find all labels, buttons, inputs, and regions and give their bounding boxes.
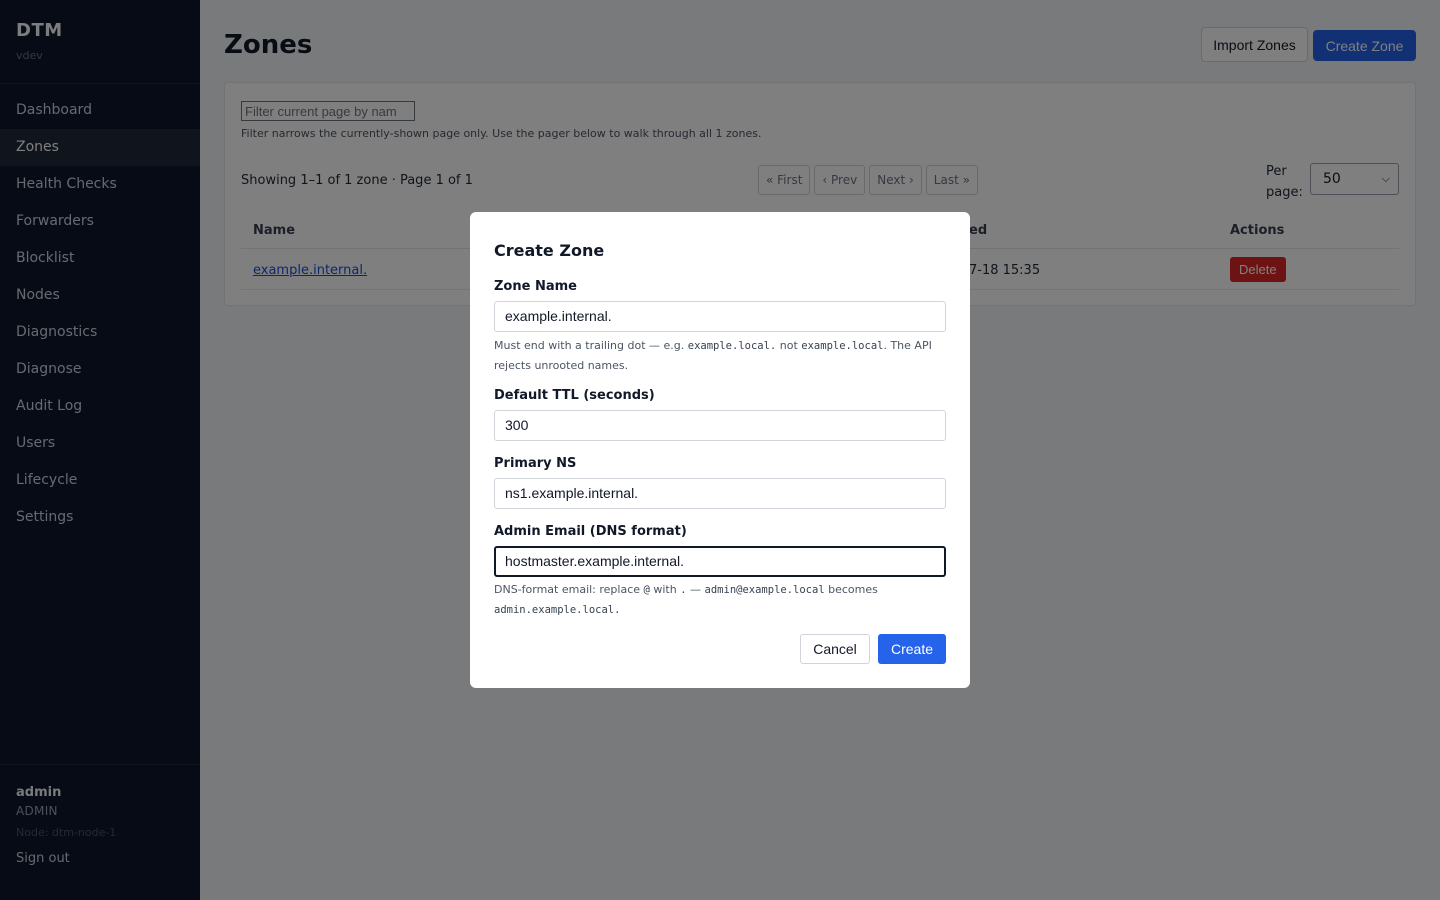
primary-ns-input[interactable]: ns1.example.internal. <box>494 478 946 509</box>
zone-name-label: Zone Name <box>494 279 577 294</box>
dialog-title: Create Zone <box>494 241 605 260</box>
cancel-button[interactable]: Cancel <box>800 634 870 664</box>
zone-name-help: Must end with a trailing dot — e.g. exam… <box>494 339 932 372</box>
primary-ns-label: Primary NS <box>494 456 577 471</box>
admin-email-input[interactable]: hostmaster.example.internal. <box>494 546 946 577</box>
ttl-label: Default TTL (seconds) <box>494 388 655 403</box>
admin-email-help: DNS-format email: replace @ with . — adm… <box>494 583 878 616</box>
admin-email-label: Admin Email (DNS format) <box>494 524 687 539</box>
create-zone-dialog: Create Zone Zone Name example.internal. … <box>470 212 970 688</box>
ttl-input[interactable]: 300 <box>494 410 946 441</box>
create-button[interactable]: Create <box>878 634 946 664</box>
zone-name-input[interactable]: example.internal. <box>494 301 946 332</box>
